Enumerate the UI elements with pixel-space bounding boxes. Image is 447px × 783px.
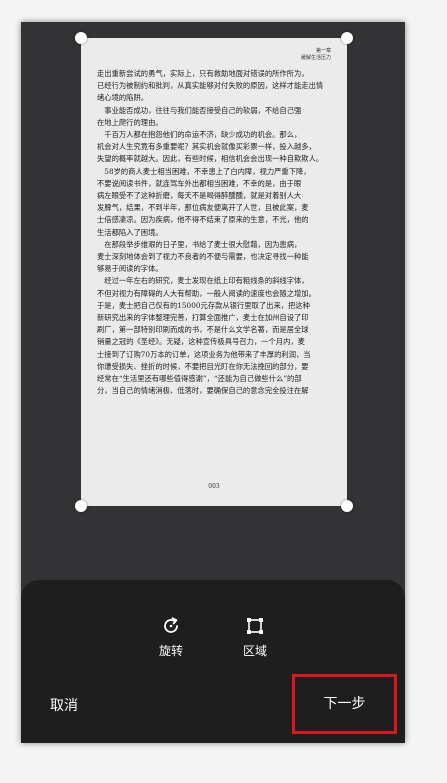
document-text-line: 于是，麦士把自己仅有的15000元存款从银行里取了出来，把这种 bbox=[97, 300, 310, 310]
document-text-line: 58岁的商人麦士相当困难，不幸患上了白内障，视力严重下降， bbox=[97, 166, 311, 176]
rotate-icon bbox=[146, 616, 196, 636]
document-page-number: 003 bbox=[208, 483, 220, 490]
document-text-line: 麦士深刻地体会到了视力不良者的不便与需要，也决定寻找一种能 bbox=[97, 252, 309, 262]
document-text-line: 够易于阅读的字体。 bbox=[97, 264, 163, 274]
document-text-line: 分，当自己的情绪消极、低落时，要确保自己的意念完全投注在解 bbox=[97, 386, 309, 396]
document-text-line: 生活都陷入了困境。 bbox=[97, 227, 163, 237]
document-text-line: 千百万人都在抱怨他们的命运不济，缺少成功的机会。那么， bbox=[97, 130, 302, 140]
crop-handle-top-right[interactable] bbox=[341, 32, 353, 44]
document-text-line: 病左眼受不了这种折磨，每天不是喝得醉醺醺，就是对着别人大 bbox=[97, 191, 302, 201]
document-text-line: 不但对视力有障碍的人大有帮助，一般人阅读的速度也会随之增加。 bbox=[97, 288, 316, 298]
document-text-line: 事业能否成功，往往与我们能否接受自己的软弱，不给自己强 bbox=[97, 105, 302, 115]
crop-handle-top-left[interactable] bbox=[75, 32, 87, 44]
crop-area-icon bbox=[230, 616, 280, 636]
area-label: 区域 bbox=[242, 644, 267, 658]
document-text-line: 经过一年左右的研究，麦士发现在纸上印有粗线条的斜线字体， bbox=[97, 276, 309, 286]
rotate-label: 旋转 bbox=[158, 644, 183, 658]
document-text-line: 不要说阅读书件，就连驾车外出都相当困难，不幸的是，由于眼 bbox=[97, 178, 302, 188]
cancel-button[interactable]: 取消 bbox=[35, 694, 95, 718]
crop-handle-bottom-left[interactable] bbox=[75, 500, 87, 512]
document-text-line: 失望的概率就越大。因此，有些时候，相信机会会出现一种自欺欺人。 bbox=[97, 154, 324, 164]
document-text-line: 你遭受损失、挫折的时候，不要把目光盯在你无法挽回的部分，要 bbox=[97, 361, 309, 371]
rotate-button[interactable]: 旋转 bbox=[146, 616, 196, 659]
document-preview-area: 第一章 缓解生活压力 走出重新尝试的勇气，实际上，只有救助地面对错误的所作所为，… bbox=[21, 22, 405, 577]
document-header-line: 缓解生活压力 bbox=[300, 55, 331, 61]
document-text-line: 经常在“生活里还有哪些值得感谢”，“还能为自己做些什么”的部 bbox=[97, 374, 302, 384]
document-text-line: 士接到了订购70万本的订单，这项业务为他带来了丰厚的利润，当 bbox=[97, 349, 311, 359]
crop-handle-bottom-right[interactable] bbox=[341, 500, 353, 512]
document-text-line: 在地上爬行的理由。 bbox=[97, 117, 163, 127]
document-text-line: 已经行为被制约和批判，从真实能够对付失败的原因，这样才能走出情 bbox=[97, 81, 324, 91]
document-body-text: 走出重新尝试的勇气，实际上，只有救助地面对错误的所作所为， 已经行为被制约和批判，… bbox=[97, 68, 333, 397]
document-header-line: 第一章 bbox=[315, 48, 331, 54]
document-text-line: 绪心境的陷阱。 bbox=[97, 93, 149, 103]
document-running-header: 第一章 缓解生活压力 bbox=[301, 48, 331, 62]
scanned-document-image: 第一章 缓解生活压力 走出重新尝试的勇气，实际上，只有救助地面对错误的所作所为，… bbox=[81, 38, 347, 506]
document-text-line: 发脾气，结果，不到半年，那位病友便离开了人世，且被此案，麦 bbox=[97, 203, 309, 213]
document-text-line: 在那段举步维艰的日子里，书给了麦士很大慰藉，因为患病， bbox=[97, 239, 302, 249]
bottom-action-panel: 旋转 区域 取消 下一步 bbox=[21, 580, 405, 743]
document-text-line: 走出重新尝试的勇气，实际上，只有救助地面对错误的所作所为， bbox=[97, 69, 309, 78]
scan-screen: 第一章 缓解生活压力 走出重新尝试的勇气，实际上，只有救助地面对错误的所作所为，… bbox=[21, 22, 405, 743]
document-text-line: 机会对人生究竟有多重要呢？其实机会就像买彩票一样，投入越多， bbox=[97, 142, 316, 152]
area-button[interactable]: 区域 bbox=[230, 616, 280, 659]
document-text-line: 销量之冠的《圣经》。无疑，这种宣传极具号召力，一个月内，麦 bbox=[97, 337, 305, 347]
document-text-line: 士倍感凄凉。因为疾病，他不得不结束了原来的生意，不光，他的 bbox=[97, 215, 309, 225]
next-step-button[interactable]: 下一步 bbox=[292, 674, 397, 734]
document-text-line: 刷厂，第一部特别印刷而成的书，不是什么文学名著，而是居全球 bbox=[97, 325, 309, 335]
document-text-line: 新研究出来的字体整理完善，打算全面推广，麦士在加州自设了印 bbox=[97, 313, 309, 323]
